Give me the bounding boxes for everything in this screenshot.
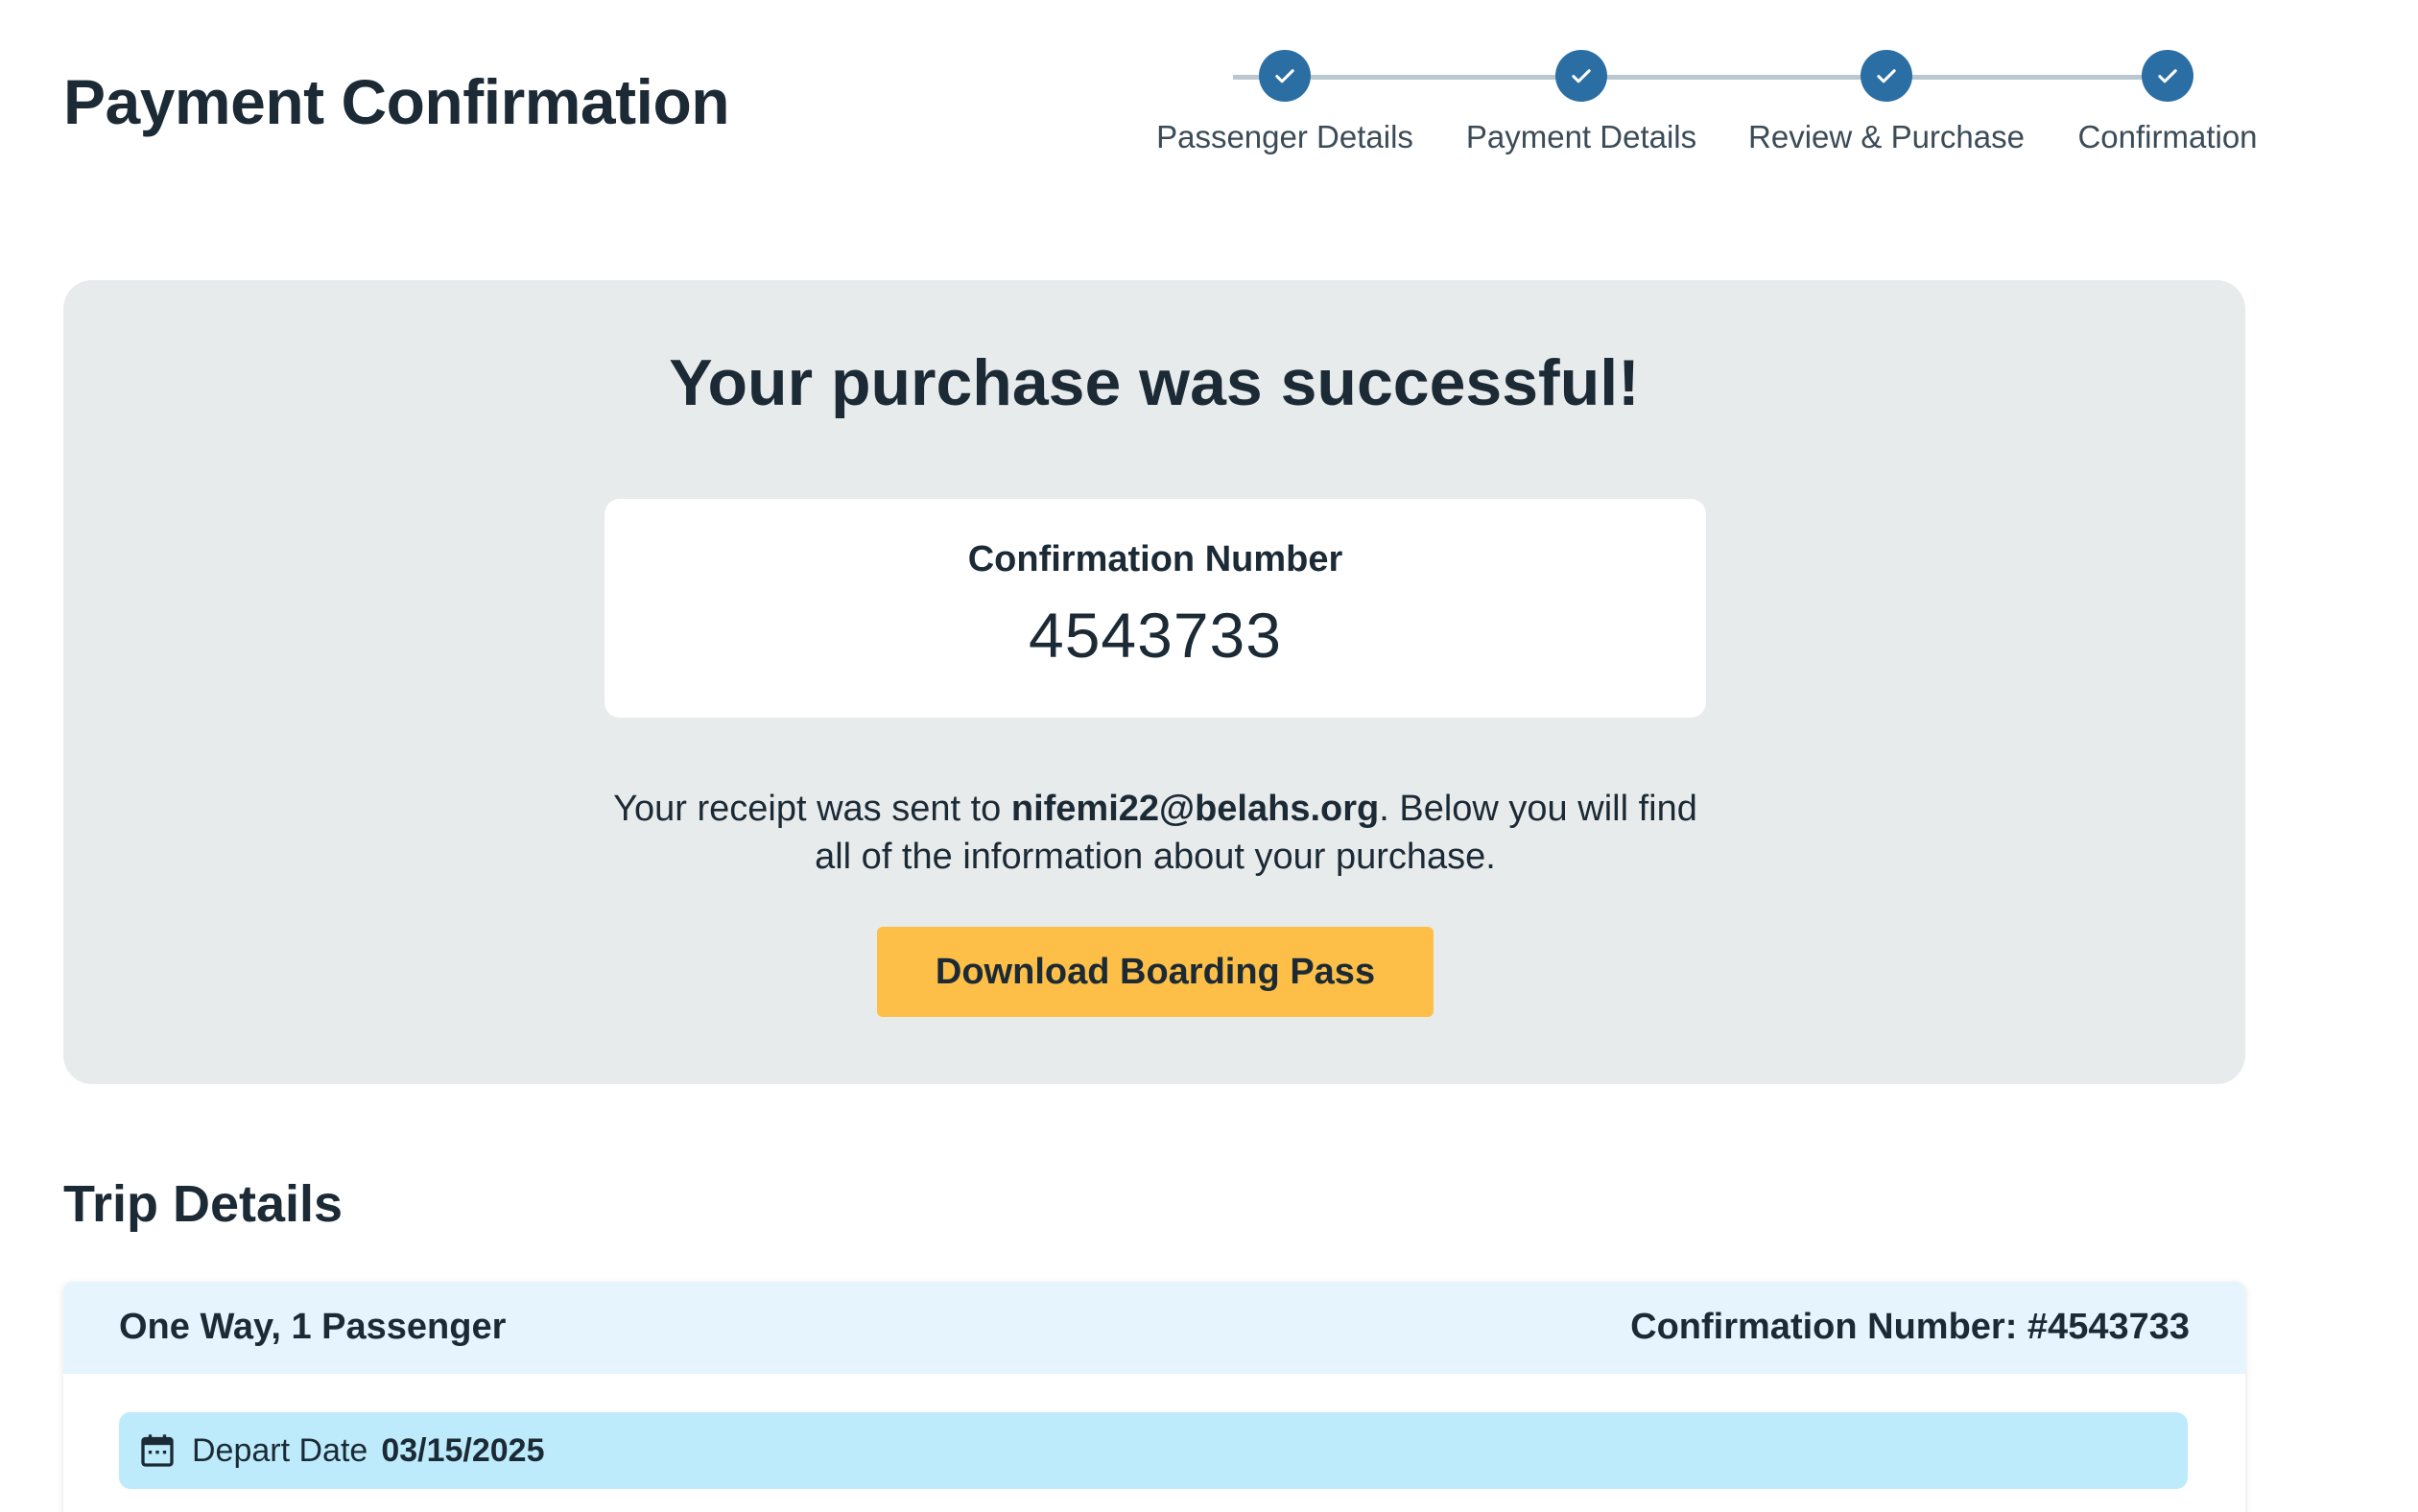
payment-confirmation-page: Payment Confirmation Passenger Details P… [0, 0, 2418, 1512]
page-title: Payment Confirmation [63, 66, 730, 137]
success-panel: Your purchase was successful! Confirmati… [63, 280, 2245, 1084]
checkmark-icon [2142, 50, 2193, 102]
calendar-icon [141, 1434, 174, 1467]
checkmark-icon [1555, 50, 1607, 102]
trip-details-title: Trip Details [63, 1175, 344, 1233]
receipt-message: Your receipt was sent to nifemi22@belahs… [601, 785, 1710, 881]
download-boarding-pass-button[interactable]: Download Boarding Pass [877, 927, 1434, 1017]
stepper-line [1233, 75, 2143, 80]
confirmation-label: Confirmation Number [967, 539, 1343, 579]
trip-type: One Way, 1 Passenger [119, 1307, 507, 1347]
depart-date-label: Depart Date [192, 1431, 368, 1469]
trip-card: One Way, 1 Passenger Confirmation Number… [63, 1282, 2245, 1512]
progress-stepper: Passenger Details Payment Details Review… [1132, 50, 2258, 165]
step-label: Confirmation [2077, 119, 2258, 154]
trip-confirmation-number: Confirmation Number: #4543733 [1630, 1307, 2190, 1347]
depart-date-value: 03/15/2025 [381, 1431, 545, 1469]
trip-header: One Way, 1 Passenger Confirmation Number… [63, 1282, 2245, 1374]
checkmark-icon [1861, 50, 1912, 102]
step-label: Payment Details [1465, 119, 1697, 154]
receipt-prefix: Your receipt was sent to [613, 789, 1011, 829]
receipt-email: nifemi22@belahs.org [1010, 789, 1380, 829]
depart-date-bar: Depart Date 03/15/2025 [119, 1412, 2188, 1489]
success-heading: Your purchase was successful! [669, 346, 1640, 419]
checkmark-icon [1259, 50, 1311, 102]
confirmation-number: 4543733 [1029, 600, 1282, 671]
step-label: Review & Purchase [1748, 119, 2025, 154]
step-label: Passenger Details [1156, 119, 1413, 154]
confirmation-card: Confirmation Number 4543733 [604, 499, 1706, 718]
